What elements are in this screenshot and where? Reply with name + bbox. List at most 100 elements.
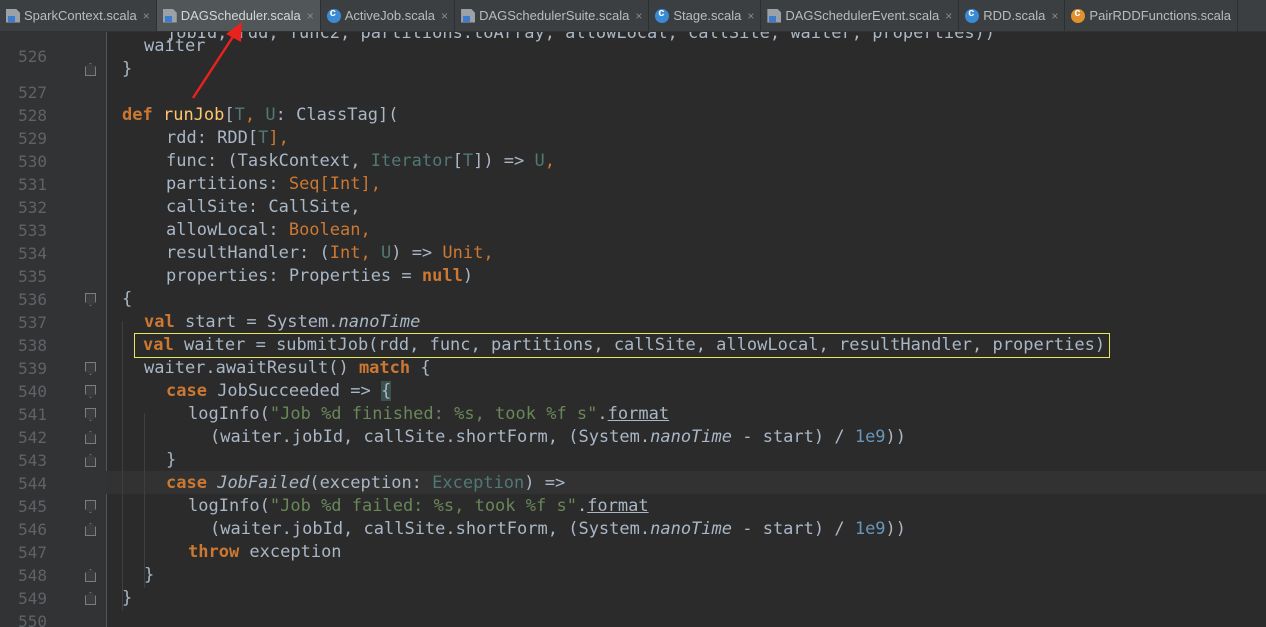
type-param: U	[265, 105, 276, 125]
code-line-547: 547 (waiter.jobId, callSite.shortForm, (…	[0, 518, 1266, 562]
code-token: JobFailed	[217, 473, 310, 493]
type-name: Boolean	[288, 220, 361, 240]
keyword: def	[122, 105, 153, 125]
code-token: JobSucceeded =>	[206, 381, 381, 401]
code-token: exception	[239, 542, 342, 562]
keyword: case	[166, 381, 207, 401]
code-token: : ClassTag](	[275, 105, 399, 125]
keyword: match	[358, 358, 411, 378]
close-icon[interactable]: ×	[307, 9, 314, 23]
tab-label: Stage.scala	[673, 8, 742, 23]
code-line-538: 538 val start = System.nanoTime	[0, 311, 1266, 355]
scala-class-icon	[655, 7, 670, 23]
code-token: - start) /	[732, 519, 855, 539]
close-icon[interactable]: ×	[441, 9, 448, 23]
code-line-544: 544 }	[0, 449, 1266, 493]
tab-label: SparkContext.scala	[24, 8, 137, 23]
code-line-546: 546 logInfo("Job %d failed: %s, took %f …	[0, 495, 1266, 539]
code-token: {	[410, 358, 431, 378]
fold-end-icon[interactable]	[85, 63, 96, 76]
code-token: )	[462, 266, 474, 286]
code-token: .	[576, 496, 588, 516]
code-token: [	[452, 151, 463, 171]
code-line-531: 531 func: (TaskContext, Iterator[T]) => …	[0, 150, 1266, 194]
scala-class-icon	[326, 7, 341, 23]
close-icon[interactable]: ×	[747, 9, 754, 23]
tab-dagschedulersuite[interactable]: DAGSchedulerSuite.scala ×	[455, 0, 650, 31]
scala-file-icon	[6, 8, 20, 23]
code-line-529: 529 def runJob[T, U: ClassTag](	[0, 104, 1266, 148]
keyword: null	[421, 266, 463, 286]
close-icon[interactable]: ×	[143, 9, 150, 23]
fold-start-icon[interactable]	[85, 362, 96, 375]
fold-end-icon[interactable]	[85, 569, 96, 582]
code-line-532: 532 partitions: Seq[Int],	[0, 173, 1266, 217]
keyword: case	[166, 473, 207, 493]
code-token: ,	[483, 243, 494, 263]
keyword: val	[143, 335, 174, 355]
code-line-543: 543 (waiter.jobId, callSite.shortForm, (…	[0, 426, 1266, 470]
fold-start-icon[interactable]	[85, 500, 96, 513]
fold-end-icon[interactable]	[85, 454, 96, 467]
code-text: }	[122, 588, 133, 608]
tab-activejob[interactable]: ActiveJob.scala ×	[321, 0, 456, 31]
code-token: ) =>	[391, 243, 443, 263]
tab-label: DAGSchedulerEvent.scala	[785, 8, 940, 23]
code-editor[interactable]: 526 jobId, rdd, func2, partitions.toArra…	[0, 32, 1266, 627]
tab-pairrddfunctions[interactable]: PairRDDFunctions.scala	[1065, 0, 1239, 31]
code-token: .	[597, 404, 608, 424]
tab-dagscheduler[interactable]: DAGScheduler.scala ×	[156, 0, 321, 31]
code-line-533: 533 callSite: CallSite,	[0, 196, 1266, 240]
code-token: ))	[885, 427, 907, 447]
type-name: Seq[Int]	[288, 174, 371, 194]
code-token: ,	[360, 220, 371, 240]
code-line-551: 551	[0, 610, 1266, 627]
code-line-527: 527 }	[0, 58, 1266, 102]
code-token: - start) /	[732, 427, 855, 447]
tab-stage[interactable]: Stage.scala ×	[649, 0, 762, 31]
tab-label: RDD.scala	[983, 8, 1046, 23]
code-line-539: 539 val waiter = submitJob(rdd, func, pa…	[0, 333, 1266, 378]
code-text: }	[122, 59, 133, 79]
code-line-545: 545 case JobFailed(exception: Exception)…	[0, 472, 1266, 516]
code-token: ,	[544, 151, 556, 171]
code-line-526-cont: waiter	[0, 35, 1266, 58]
type-param: T	[258, 128, 269, 148]
code-line-536: 536 properties: Properties = null)	[0, 265, 1266, 309]
code-text: }	[144, 565, 155, 585]
code-line-541: 541 case JobSucceeded => {	[0, 380, 1266, 424]
code-token: func: (TaskContext,	[166, 151, 371, 171]
tab-label: ActiveJob.scala	[344, 8, 436, 23]
close-icon[interactable]: ×	[1051, 9, 1058, 23]
type-param: T	[462, 151, 474, 171]
tab-dagschedulerevent[interactable]: DAGSchedulerEvent.scala ×	[761, 0, 960, 31]
type-param: T	[234, 105, 245, 125]
code-line-530: 530 rdd: RDD[T],	[0, 127, 1266, 171]
fold-start-icon[interactable]	[85, 408, 96, 421]
code-line-550: 550 }	[0, 587, 1266, 627]
tab-sparkcontext[interactable]: SparkContext.scala ×	[0, 0, 157, 31]
code-token: ],	[268, 128, 289, 148]
close-icon[interactable]: ×	[635, 9, 642, 23]
type-param: U	[380, 243, 392, 263]
fold-end-icon[interactable]	[85, 431, 96, 444]
scala-file-icon	[461, 8, 476, 23]
fold-end-icon[interactable]	[85, 523, 96, 536]
code-line-548: 548 throw exception	[0, 541, 1266, 585]
scala-file-icon	[767, 8, 782, 23]
string-literal: "Job %d finished: %s, took %f s"	[269, 404, 598, 424]
code-line-549: 549 }	[0, 564, 1266, 608]
fold-start-icon[interactable]	[85, 293, 96, 306]
code-token: allowLocal:	[166, 220, 289, 240]
editor-tab-bar: SparkContext.scala × DAGScheduler.scala …	[0, 0, 1266, 32]
tab-rdd[interactable]: RDD.scala ×	[959, 0, 1066, 31]
tab-label: DAGSchedulerSuite.scala	[479, 8, 630, 23]
close-icon[interactable]: ×	[945, 9, 952, 23]
fold-end-icon[interactable]	[85, 592, 96, 605]
code-token: nanoTime	[338, 312, 421, 332]
fold-start-icon[interactable]	[85, 385, 96, 398]
keyword: val	[144, 312, 175, 332]
tab-label: PairRDDFunctions.scala	[1089, 8, 1232, 23]
code-line-528: 528	[0, 81, 1266, 125]
code-line-534: 534 allowLocal: Boolean,	[0, 219, 1266, 263]
